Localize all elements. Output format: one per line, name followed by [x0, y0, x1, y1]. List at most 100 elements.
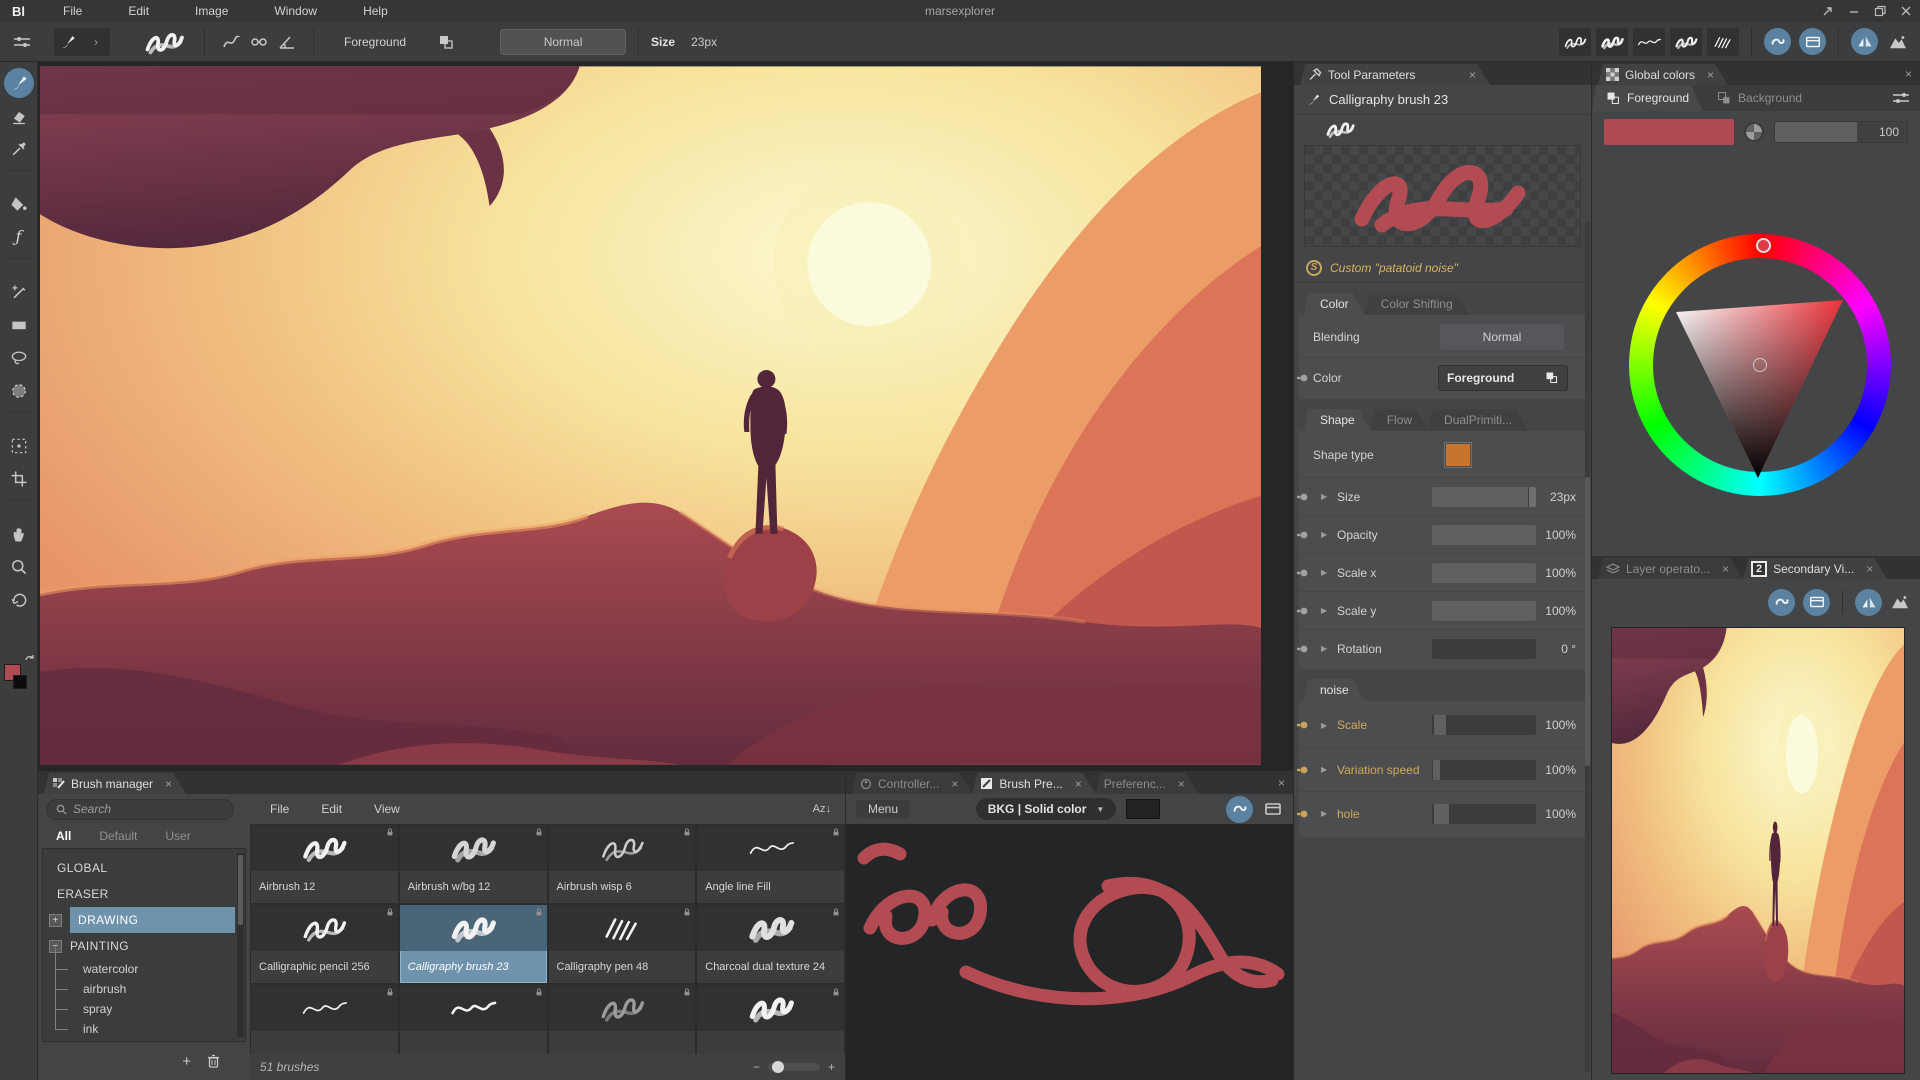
restore-icon[interactable] [1874, 5, 1886, 17]
sort-az-icon[interactable]: Az↓ [813, 803, 837, 815]
bm-menu-file[interactable]: File [256, 802, 303, 816]
color-options-icon[interactable] [1892, 91, 1920, 105]
brush-scratchpad[interactable] [846, 824, 1293, 1080]
close-panel-icon[interactable]: × [1905, 67, 1912, 81]
opacity-slider[interactable] [1432, 525, 1536, 545]
preferences-tab[interactable]: Preferenc... × [1096, 773, 1199, 794]
close-window-icon[interactable] [1900, 5, 1912, 17]
close-icon[interactable]: × [1722, 563, 1729, 575]
noise-scale-slider[interactable] [1432, 715, 1536, 735]
filter-user[interactable]: User [151, 829, 204, 843]
connected-lines-icon[interactable] [245, 28, 273, 56]
color-source-dropdown[interactable]: Foreground [1438, 365, 1568, 391]
close-panel-icon[interactable]: × [1278, 776, 1285, 790]
rect-select-tool-icon[interactable] [0, 308, 38, 341]
scale-x-slider[interactable] [1432, 563, 1536, 583]
noise-hole-slider[interactable] [1432, 804, 1536, 824]
input-jack-icon[interactable] [1297, 644, 1309, 654]
expander-icon[interactable]: ▶ [1321, 606, 1333, 615]
close-icon[interactable]: × [1469, 69, 1476, 81]
frame-view-button[interactable] [1803, 589, 1830, 616]
tab-background[interactable]: Background [1703, 85, 1816, 111]
minimize-icon[interactable] [1848, 5, 1860, 17]
tab-shape[interactable]: Shape [1304, 409, 1371, 431]
close-icon[interactable]: × [1178, 778, 1185, 790]
wallpaper-button[interactable] [1890, 594, 1910, 610]
preview-menu-button[interactable]: Menu [856, 800, 910, 818]
category-painting[interactable]: − PAINTING [43, 933, 245, 959]
recent-brush-4[interactable] [1670, 28, 1702, 56]
close-icon[interactable]: × [951, 778, 958, 790]
brush-cell-selected[interactable]: Calligraphy brush 23 [400, 905, 547, 983]
background-type-dropdown[interactable]: BKG | Solid color ▼ [976, 798, 1117, 820]
blending-dropdown[interactable]: Normal [1440, 324, 1564, 350]
brush-search[interactable] [46, 799, 234, 820]
expander-icon[interactable]: ▶ [1321, 765, 1333, 774]
tab-dualprimitive[interactable]: DualPrimiti... [1428, 409, 1528, 431]
swirl-view-button[interactable] [1226, 796, 1253, 823]
swirl-view-button[interactable] [1768, 589, 1795, 616]
tool-options-icon[interactable] [8, 28, 36, 56]
brush-tool-expand-arrow[interactable]: › [82, 28, 110, 56]
popout-icon[interactable] [1822, 5, 1834, 17]
category-watercolor[interactable]: watercolor [43, 959, 245, 979]
filter-default[interactable]: Default [85, 829, 151, 843]
bm-menu-view[interactable]: View [360, 802, 414, 816]
tab-color[interactable]: Color [1304, 293, 1365, 315]
tab-flow[interactable]: Flow [1371, 409, 1428, 431]
brush-tool-icon[interactable] [0, 66, 38, 99]
secondary-view-canvas[interactable] [1611, 627, 1905, 1074]
noise-variation-slider[interactable] [1432, 760, 1536, 780]
brush-cell[interactable]: Airbrush 12 [251, 825, 398, 903]
menu-window[interactable]: Window [266, 4, 325, 18]
transform-tool-icon[interactable] [0, 429, 38, 462]
tool-parameters-tab[interactable]: Tool Parameters × [1300, 64, 1490, 85]
brush-cell[interactable]: Charcoal dual texture 24 [697, 905, 844, 983]
fg-bg-swatches[interactable] [0, 656, 38, 700]
fill-tool-icon[interactable] [0, 187, 38, 220]
app-logo[interactable]: Bl [12, 4, 25, 19]
zoom-in-icon[interactable]: + [828, 1060, 835, 1074]
category-eraser[interactable]: ERASER [43, 881, 245, 907]
brush-cell[interactable]: Angle line Fill [697, 825, 844, 903]
category-drawing[interactable]: + DRAWING [43, 907, 245, 933]
brush-cell[interactable]: Calligraphy pen 48 [549, 905, 696, 983]
angle-line-icon[interactable] [273, 28, 301, 56]
input-jack-icon[interactable] [1297, 720, 1309, 730]
input-jack-icon[interactable] [1297, 606, 1309, 616]
global-colors-tab[interactable]: Global colors × [1598, 64, 1728, 85]
recent-brush-2[interactable] [1596, 28, 1628, 56]
expander-icon[interactable]: ▶ [1321, 492, 1333, 501]
recent-brush-5[interactable] [1707, 28, 1739, 56]
inking-tool-icon[interactable] [0, 275, 38, 308]
mirror-view-button[interactable] [1851, 28, 1878, 55]
close-icon[interactable]: × [1866, 563, 1873, 575]
shape-type-swatch[interactable] [1446, 444, 1470, 466]
tab-noise[interactable]: noise [1304, 679, 1365, 701]
brush-preview-tab[interactable]: Brush Pre... × [972, 773, 1095, 794]
expander-icon[interactable]: ▶ [1321, 721, 1333, 730]
expander-icon[interactable]: ▶ [1321, 568, 1333, 577]
crop-tool-icon[interactable] [0, 462, 38, 495]
menu-file[interactable]: File [55, 4, 90, 18]
filter-all[interactable]: All [42, 829, 85, 843]
category-global[interactable]: GLOBAL [43, 855, 245, 881]
expander-icon[interactable]: ▶ [1321, 530, 1333, 539]
zoom-tool-icon[interactable] [0, 550, 38, 583]
color-picker-tool-icon[interactable] [0, 132, 38, 165]
controller-tab[interactable]: Controller... × [852, 773, 972, 794]
canvas-painting[interactable] [40, 66, 1261, 765]
color-wheel[interactable] [1629, 234, 1891, 496]
input-jack-icon[interactable] [1297, 373, 1309, 383]
scale-y-slider[interactable] [1432, 601, 1536, 621]
brush-cell[interactable]: Airbrush w/bg 12 [400, 825, 547, 903]
category-spray[interactable]: spray [43, 999, 245, 1019]
secondary-view-tab[interactable]: 2 Secondary Vi... × [1743, 558, 1887, 579]
tab-foreground[interactable]: Foreground [1592, 85, 1703, 111]
size-value[interactable]: 23px [691, 35, 717, 49]
lasso-select-tool-icon[interactable] [0, 341, 38, 374]
menu-edit[interactable]: Edit [120, 4, 157, 18]
freehand-stroke-icon[interactable] [217, 28, 245, 56]
category-airbrush[interactable]: airbrush [43, 979, 245, 999]
canvas-viewport[interactable] [38, 62, 1293, 771]
